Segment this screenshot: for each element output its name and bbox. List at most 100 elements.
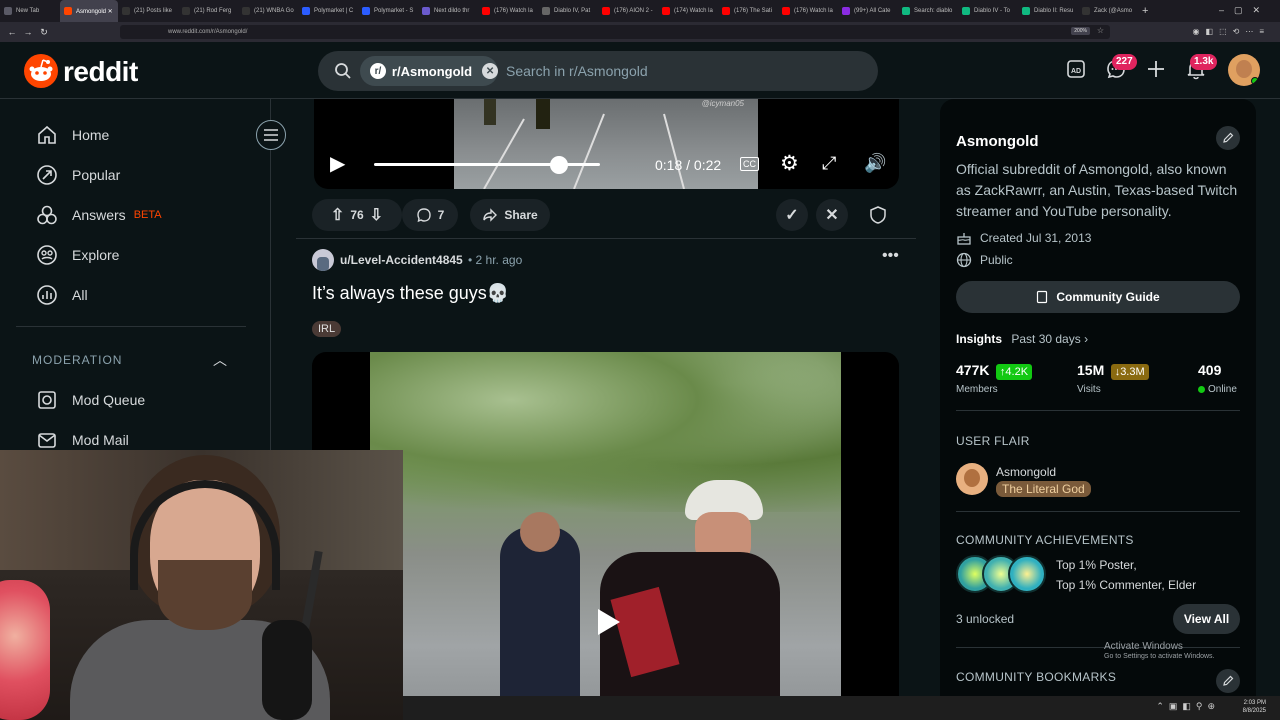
divider [956, 410, 1240, 411]
downvote-icon[interactable]: ⇩ [370, 205, 383, 225]
vote-count: 76 [350, 208, 364, 222]
edit-bookmarks-button[interactable] [1216, 669, 1240, 693]
remove-button[interactable]: ✕ [816, 199, 848, 231]
back-icon[interactable]: ← [4, 27, 20, 37]
vote-button-group[interactable]: ⇧ 76 ⇩ [312, 199, 402, 231]
browser-tab[interactable]: (176) The Sati [718, 0, 778, 22]
play-icon[interactable]: ▶ [330, 151, 345, 176]
browser-tab[interactable]: Diablo IV - To [958, 0, 1018, 22]
bookmark-star-icon[interactable]: ☆ [1097, 26, 1104, 35]
post-author-avatar[interactable] [312, 249, 334, 271]
browser-tab[interactable]: New Tab [0, 0, 60, 22]
book-icon [1037, 290, 1048, 304]
community-name[interactable]: Asmongold [956, 133, 1039, 150]
view-all-label: View All [1183, 612, 1230, 626]
globe-icon [956, 252, 972, 268]
notifications-badge: 1.3k [1190, 54, 1218, 70]
reddit-logo-icon[interactable] [24, 54, 58, 88]
taskbar-clock[interactable]: 2:03 PM 8/8/2025 [1243, 699, 1266, 715]
upvote-icon[interactable]: ⇧ [331, 205, 344, 225]
sidebar-item-mod-queue[interactable]: Mod Queue [16, 380, 246, 420]
advertise-icon[interactable]: AD [1064, 58, 1088, 82]
post-flair[interactable]: IRL [312, 321, 342, 337]
search-bar[interactable]: r/ r/Asmongold ✕ [318, 51, 878, 91]
sidebar-item-label: Explore [72, 247, 120, 263]
browser-tab[interactable]: Next dildo thr [418, 0, 478, 22]
comments-button[interactable]: 7 [402, 199, 458, 231]
reddit-wordmark[interactable]: reddit [63, 56, 138, 88]
search-input[interactable] [506, 61, 856, 81]
mod-mail-icon [38, 433, 56, 448]
activate-windows-watermark: Activate Windows Go to Settings to activ… [1104, 641, 1215, 660]
sidebar-item-all[interactable]: All [16, 275, 246, 315]
browser-tab-bar: New Tab Asmongold ✕ (21) Posts like (21) Ro… [0, 0, 1280, 22]
browser-tab[interactable]: Zack (@Asmo [1078, 0, 1138, 22]
browser-tab[interactable]: Asmongold ✕ [60, 0, 118, 22]
window-controls[interactable]: –▢✕ [1219, 5, 1270, 16]
forward-icon[interactable]: → [20, 27, 36, 37]
browser-tab[interactable]: Polymarket - S [358, 0, 418, 22]
create-post-icon[interactable] [1144, 58, 1168, 82]
subreddit-search-chip[interactable]: r/ r/Asmongold ✕ [360, 56, 498, 86]
browser-tab[interactable]: Search: diablo [898, 0, 958, 22]
extensions-icons[interactable]: ◉◧⬚⟲⋯≡ [1193, 27, 1270, 36]
tray-icons[interactable]: ⌃▣◧⚲⊕ [1156, 701, 1220, 712]
browser-tab[interactable]: Diablo IV, Pat [538, 0, 598, 22]
insights-row[interactable]: Insights Past 30 days › [956, 332, 1088, 346]
tab-favicon-icon [302, 7, 310, 15]
view-all-button[interactable]: View All [1173, 604, 1240, 634]
post-overflow-menu-icon[interactable]: ••• [882, 247, 899, 265]
browser-tab[interactable]: (176) AION 2 - [598, 0, 658, 22]
browser-tab[interactable]: (21) Posts like [118, 0, 178, 22]
volume-icon[interactable]: 🔊 [864, 153, 886, 174]
chat-badge: 227 [1112, 54, 1137, 70]
url-bar[interactable]: www.reddit.com/r/Asmongold/ 200% ☆ [120, 25, 1110, 39]
browser-tab[interactable]: (21) WNBA Go [238, 0, 298, 22]
moderation-heading[interactable]: MODERATION ︿ [32, 350, 228, 370]
browser-tab[interactable]: (176) Watch la [478, 0, 538, 22]
divider [956, 511, 1240, 512]
flair-tag[interactable]: The Literal God [996, 481, 1091, 497]
close-chip-icon[interactable]: ✕ [482, 63, 498, 79]
tree-foliage [370, 352, 841, 512]
user-avatar[interactable] [1228, 54, 1260, 86]
edit-community-button[interactable] [1216, 126, 1240, 150]
chevron-up-icon[interactable]: ︿ [213, 350, 228, 370]
tab-favicon-icon [362, 7, 370, 15]
sidebar-item-popular[interactable]: Popular [16, 155, 246, 195]
video-player[interactable]: @icyman05 ▶ 0:18 / 0:22 CC ⚙ ⤢ 🔊 [314, 99, 899, 189]
browser-tab[interactable]: (21) Rod Ferg [178, 0, 238, 22]
sidebar-item-home[interactable]: Home [16, 115, 246, 155]
mod-queue-icon [38, 391, 56, 409]
browser-tab[interactable]: (99+) All Cate [838, 0, 898, 22]
tab-label: (176) AION 2 - [614, 8, 653, 14]
zoom-level[interactable]: 200% [1071, 27, 1090, 35]
tab-label: (176) Watch la [794, 8, 833, 14]
community-guide-label: Community Guide [1056, 290, 1160, 304]
approve-button[interactable]: ✓ [776, 199, 808, 231]
sidebar-item-label: Mod Queue [72, 392, 146, 408]
fullscreen-icon[interactable]: ⤢ [822, 153, 836, 174]
achievement-badges[interactable] [956, 555, 1046, 593]
flair-username[interactable]: Asmongold [996, 465, 1056, 479]
browser-tab[interactable]: Diablo II: Resu [1018, 0, 1078, 22]
activate-windows-title: Activate Windows [1104, 641, 1183, 652]
browser-tab[interactable]: (176) Watch la [778, 0, 838, 22]
stat-value: 477K [956, 362, 990, 378]
new-tab-button[interactable]: + [1142, 5, 1148, 17]
insights-period: Past 30 days [1011, 332, 1081, 346]
community-guide-button[interactable]: Community Guide [956, 281, 1240, 313]
mod-shield-icon[interactable] [870, 206, 886, 229]
sidebar-item-explore[interactable]: Explore [16, 235, 246, 275]
video-play-button[interactable] [592, 607, 622, 637]
share-button[interactable]: Share [470, 199, 550, 231]
post-author[interactable]: u/Level-Accident4845 [340, 253, 463, 267]
sidebar-item-answers[interactable]: Answers BETA [16, 195, 246, 235]
post-title[interactable]: It’s always these guys💀 [312, 283, 509, 304]
browser-tab[interactable]: Polymarket | C [298, 0, 358, 22]
captions-icon[interactable]: CC [740, 157, 759, 171]
reload-icon[interactable]: ↻ [36, 27, 52, 38]
flair-avatar[interactable] [956, 463, 988, 495]
settings-gear-icon[interactable]: ⚙ [780, 151, 799, 176]
browser-tab[interactable]: (174) Watch la [658, 0, 718, 22]
